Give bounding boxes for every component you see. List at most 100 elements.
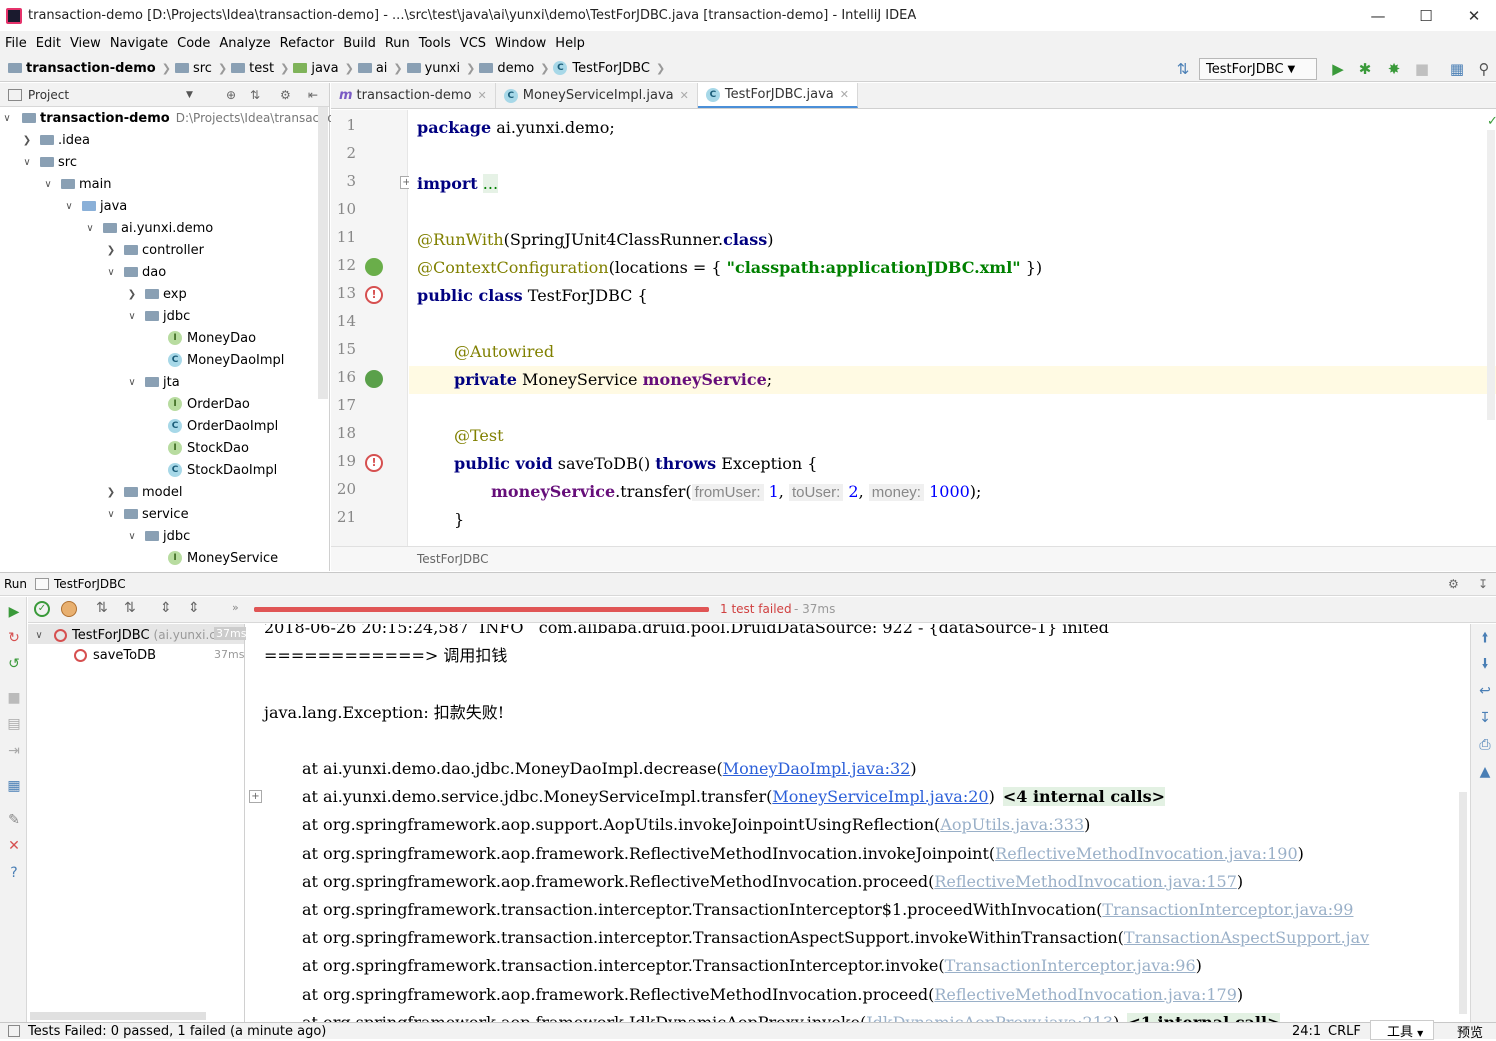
sort-alpha-icon[interactable]: ⇅ <box>96 600 108 616</box>
line-separator[interactable]: CRLF <box>1328 1024 1361 1039</box>
close-tab-icon[interactable]: ✕ <box>840 88 849 101</box>
breadcrumb-src[interactable]: src <box>174 61 212 76</box>
gear-icon[interactable]: ⚙ <box>1448 577 1459 591</box>
pin-icon[interactable]: ✎ <box>5 811 23 829</box>
chevron-right-icon[interactable]: ❯ <box>104 487 118 498</box>
run-icon[interactable]: ▶ <box>1328 59 1348 79</box>
menu-file[interactable]: File <box>5 36 27 51</box>
run-config-dropdown[interactable]: TestForJDBC ▼ <box>1199 58 1317 80</box>
stop-icon[interactable]: ■ <box>5 689 23 707</box>
show-passed-icon[interactable]: ✓ <box>34 601 50 617</box>
tree-item[interactable]: ∨ ai.yunxi.demo <box>83 217 213 239</box>
source-link[interactable]: TransactionInterceptor.java:99 <box>1102 900 1353 919</box>
chevron-down-icon[interactable]: ∨ <box>83 223 97 234</box>
close-tab-icon[interactable]: ✕ <box>680 89 689 102</box>
source-link[interactable]: JdkDynamicAopProxy.java:213 <box>866 1013 1113 1022</box>
source-link[interactable]: ReflectiveMethodInvocation.java:190 <box>995 844 1298 863</box>
test-suite-row[interactable]: ∨ TestForJDBC (ai.yunxi.c <box>32 624 216 646</box>
tab-testforjdbc[interactable]: C TestForJDBC.java ✕ <box>697 83 858 108</box>
code-breadcrumb[interactable]: TestForJDBC <box>331 546 1496 571</box>
close-icon[interactable]: ✕ <box>5 837 23 855</box>
close-button[interactable]: ✕ <box>1450 0 1496 31</box>
tree-item[interactable]: ❯ .idea <box>20 129 90 151</box>
maximize-button[interactable]: ☐ <box>1402 0 1450 31</box>
chevron-right-icon[interactable]: ❯ <box>125 289 139 300</box>
chevron-down-icon[interactable]: ∨ <box>62 201 76 212</box>
layout-icon[interactable]: ▦ <box>5 777 23 795</box>
breadcrumb-test[interactable]: test <box>231 61 274 76</box>
breadcrumb-class[interactable]: C TestForJDBC <box>553 61 650 76</box>
menu-view[interactable]: View <box>70 36 101 51</box>
gear-icon[interactable]: ⚙ <box>280 88 291 102</box>
tree-item[interactable]: I StockDao <box>168 437 249 459</box>
breadcrumb-yunxi[interactable]: yunxi <box>406 61 460 76</box>
tree-item[interactable]: I MoneyService <box>168 547 278 569</box>
chevron-down-icon[interactable]: ∨ <box>20 157 34 168</box>
source-link[interactable]: ReflectiveMethodInvocation.java:179 <box>934 985 1237 1004</box>
tree-item-root[interactable]: ∨ transaction-demo D:\Projects\Idea\tran… <box>0 107 342 129</box>
tree-item[interactable]: ∨ main <box>41 173 111 195</box>
show-ignored-icon[interactable] <box>61 601 77 617</box>
caret-position[interactable]: 24:1 <box>1292 1024 1321 1039</box>
chevron-right-icon[interactable]: ❯ <box>20 135 34 146</box>
help-icon[interactable]: ? <box>5 864 23 882</box>
scroll-from-source-icon[interactable]: ⊕ <box>226 88 236 102</box>
tree-item[interactable]: ∨ jdbc <box>125 305 190 327</box>
source-link[interactable]: MoneyServiceImpl.java:20 <box>772 787 988 806</box>
project-structure-icon[interactable]: ▦ <box>1447 59 1467 79</box>
chevron-down-icon[interactable]: ∨ <box>125 531 139 542</box>
breadcrumb-demo[interactable]: demo <box>479 61 534 76</box>
code-editor[interactable]: package ai.yunxi.demo; import ... @RunWi… <box>409 110 1496 546</box>
hide-panel-icon[interactable]: ↧ <box>1478 577 1488 591</box>
preview-button[interactable]: 预览 <box>1457 1022 1483 1041</box>
test-method-row[interactable]: saveToDB <box>74 644 156 666</box>
tree-item[interactable]: ❯ model <box>104 481 183 503</box>
tab-moneyserviceimpl[interactable]: C MoneyServiceImpl.java ✕ <box>496 83 698 108</box>
tree-item[interactable]: ∨ jdbc <box>125 525 190 547</box>
tree-scrollbar[interactable] <box>30 1012 206 1020</box>
fold-expand-icon[interactable]: + <box>249 790 262 803</box>
minimize-button[interactable]: — <box>1354 0 1402 31</box>
menu-help[interactable]: Help <box>555 36 585 51</box>
chevron-down-icon[interactable]: ∨ <box>41 179 55 190</box>
tool-windows-icon[interactable] <box>8 1025 20 1037</box>
tree-item[interactable]: C StockDaoImpl <box>168 459 277 481</box>
chevron-down-icon[interactable]: ∨ <box>125 377 139 388</box>
exit-icon[interactable]: ⇥ <box>5 742 23 760</box>
tree-item[interactable]: ∨ dao <box>104 261 166 283</box>
project-view-selector[interactable]: Project <box>28 88 69 102</box>
down-arrow-icon[interactable]: 🠛 <box>1476 656 1494 674</box>
rerun-failed-icon[interactable]: ↻ <box>5 629 23 647</box>
menu-refactor[interactable]: Refactor <box>280 36 335 51</box>
source-link[interactable]: ReflectiveMethodInvocation.java:157 <box>934 872 1237 891</box>
menu-navigate[interactable]: Navigate <box>110 36 168 51</box>
scroll-to-end-icon[interactable]: ↧ <box>1476 709 1494 727</box>
collapse-all-icon[interactable]: ⇅ <box>250 88 260 102</box>
hide-panel-icon[interactable]: ⇤ <box>308 88 318 102</box>
menu-analyze[interactable]: Analyze <box>219 36 270 51</box>
tools-button[interactable]: 工具 ▼ <box>1370 1020 1434 1040</box>
menu-tools[interactable]: Tools <box>419 36 451 51</box>
search-everywhere-icon[interactable]: ⚲ <box>1474 59 1494 79</box>
breadcrumb-project[interactable]: transaction-demo <box>8 61 156 76</box>
source-link[interactable]: MoneyDaoImpl.java:32 <box>723 759 911 778</box>
dump-threads-icon[interactable]: ▤ <box>5 715 23 733</box>
coverage-icon[interactable]: ✸ <box>1384 59 1404 79</box>
up-arrow-icon[interactable]: 🠙 <box>1476 630 1494 648</box>
chevron-down-icon[interactable]: ▼ <box>186 90 193 100</box>
menu-build[interactable]: Build <box>343 36 376 51</box>
toggle-autotest-icon[interactable]: ↺ <box>5 655 23 673</box>
tree-item[interactable]: ∨ jta <box>125 371 179 393</box>
breadcrumb-ai[interactable]: ai <box>357 61 387 76</box>
tab-transaction-demo[interactable]: m transaction-demo ✕ <box>331 83 496 108</box>
debug-icon[interactable]: ✱ <box>1355 59 1375 79</box>
test-failed-run-icon[interactable]: ! <box>365 286 383 304</box>
internal-calls-fold[interactable]: <1 internal call> <box>1127 1012 1281 1022</box>
editor-scrollbar[interactable] <box>1487 130 1495 420</box>
sort-duration-icon[interactable]: ⇅ <box>124 600 136 616</box>
trash-icon[interactable]: ▲ <box>1476 763 1494 781</box>
more-icon[interactable]: » <box>232 601 239 614</box>
collapse-all-icon[interactable]: ⇕ <box>188 600 200 616</box>
menu-window[interactable]: Window <box>495 36 546 51</box>
console-output[interactable]: 2018-06-26 20:15:24,587 INFO com.alibaba… <box>246 624 1470 1022</box>
